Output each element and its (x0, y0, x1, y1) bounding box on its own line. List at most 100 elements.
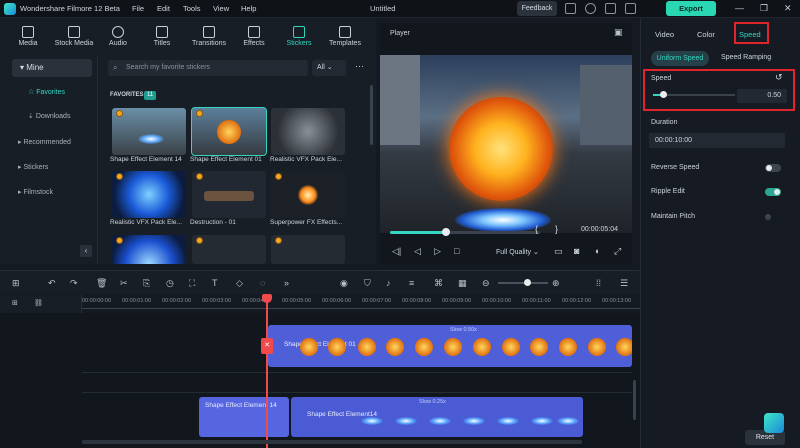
track-scrollbar[interactable] (633, 380, 636, 420)
volume-icon[interactable]: ◖ (594, 246, 599, 256)
category-favorites[interactable]: ☆ Favorites (12, 85, 92, 101)
snapshot-icon[interactable]: ▣ (614, 27, 623, 38)
play-back-icon[interactable]: ◁ (414, 246, 421, 257)
speed-value-input[interactable]: 0.50 (737, 89, 787, 103)
maintain-pitch-toggle[interactable] (765, 214, 771, 220)
save-icon[interactable] (605, 3, 616, 14)
split-icon[interactable]: ✂ (120, 278, 128, 289)
link-icon[interactable]: ⛓ (34, 299, 43, 307)
play-icon[interactable]: ▷ (434, 246, 441, 257)
detach-icon[interactable]: ⎘ (143, 278, 150, 289)
voiceover-icon[interactable]: ≡ (409, 278, 414, 288)
more-tools-icon[interactable]: » (284, 278, 289, 288)
tab-speed[interactable]: Speed (739, 30, 761, 39)
sticker-search-input[interactable]: Search my favorite stickers (108, 60, 308, 76)
menu-view[interactable]: View (213, 4, 229, 13)
tab-transitions[interactable]: Transitions (188, 18, 230, 55)
zoom-slider-handle[interactable] (524, 279, 531, 286)
scrubber-handle[interactable] (441, 228, 450, 236)
sticker-thumb-2[interactable] (191, 107, 267, 156)
grid-view-icon[interactable]: ⁞⁞ (596, 278, 601, 288)
feedback-button[interactable]: Feedback (517, 1, 557, 16)
clip-shape-effect-14-slow[interactable]: Shape Effect Element14 Slow 0.25x (291, 397, 583, 437)
tab-templates[interactable]: Templates (324, 18, 366, 55)
category-downloads[interactable]: ⇣ Downloads (12, 109, 92, 125)
clip-shape-effect-14[interactable]: Shape Effect Element 14 (199, 397, 289, 437)
speed-icon[interactable]: ◷ (166, 278, 174, 289)
sticker-thumb-7[interactable] (112, 235, 186, 264)
playhead[interactable] (266, 295, 268, 448)
speed-slider[interactable] (653, 91, 735, 98)
sticker-thumb-9[interactable] (271, 235, 345, 264)
ai-icon[interactable]: ⌘ (434, 278, 443, 289)
filter-select[interactable]: All ⌄ (312, 60, 346, 76)
uniform-speed-button[interactable]: Uniform Speed (651, 51, 709, 66)
reset-speed-icon[interactable]: ↺ (775, 72, 783, 83)
delete-icon[interactable]: 🗑 (96, 278, 107, 289)
duration-input[interactable]: 00:00:10:00 (649, 133, 785, 148)
list-view-icon[interactable]: ☰ (620, 278, 628, 289)
ripple-edit-toggle[interactable] (765, 188, 781, 196)
sticker-thumb-1[interactable] (112, 108, 186, 155)
tab-video[interactable]: Video (655, 30, 674, 39)
text-icon[interactable]: T (212, 278, 218, 288)
sticker-thumb-8[interactable] (192, 235, 266, 264)
tab-titles[interactable]: Titles (144, 18, 180, 55)
menu-tools[interactable]: Tools (183, 4, 201, 13)
layout-grid-icon[interactable]: ⊞ (12, 278, 20, 289)
mark-out-icon[interactable]: } (555, 224, 558, 234)
tab-effects[interactable]: Effects (236, 18, 272, 55)
menu-file[interactable]: File (132, 4, 144, 13)
keyframe-icon[interactable]: ◇ (236, 278, 243, 289)
category-recommended[interactable]: ▸ Recommended (12, 135, 92, 151)
playback-scrubber[interactable] (390, 228, 540, 236)
add-track-icon[interactable]: ⊞ (12, 299, 18, 307)
quality-select[interactable]: Full Quality ⌄ (496, 248, 539, 256)
sticker-thumb-6[interactable] (271, 171, 345, 218)
mark-in-icon[interactable]: { (535, 224, 538, 234)
close-icon[interactable]: ✕ (784, 3, 792, 14)
zoom-slider[interactable] (498, 279, 548, 286)
redo-icon[interactable]: ↷ (70, 278, 78, 289)
zoom-out-icon[interactable]: ⊖ (482, 278, 490, 289)
stop-icon[interactable]: □ (454, 246, 459, 256)
scissor-marker-icon[interactable]: ✕ (261, 338, 273, 354)
reverse-speed-toggle[interactable] (765, 164, 781, 172)
tab-color[interactable]: Color (697, 30, 715, 39)
crop-icon[interactable]: ⛶ (189, 278, 195, 289)
camera-icon[interactable]: ◙ (574, 246, 579, 256)
menu-help[interactable]: Help (241, 4, 256, 13)
render-icon[interactable]: ◉ (340, 278, 348, 289)
menu-edit[interactable]: Edit (157, 4, 170, 13)
category-filmstock[interactable]: ▸ Filmstock (12, 185, 92, 201)
fullscreen-icon[interactable] (625, 3, 636, 14)
tab-stickers[interactable]: Stickers (280, 18, 318, 55)
account-icon[interactable] (585, 3, 596, 14)
tab-stock-media[interactable]: Stock Media (48, 18, 100, 55)
minimize-icon[interactable]: — (735, 3, 744, 13)
category-mine[interactable]: ▾ Mine (12, 59, 92, 77)
microphone-icon[interactable]: ♪ (386, 278, 391, 288)
more-icon[interactable]: ··· (355, 61, 364, 71)
shield-icon[interactable]: ⛉ (364, 278, 371, 289)
sticker-thumb-4[interactable] (112, 171, 186, 218)
timeline-scrollbar[interactable] (82, 440, 582, 444)
undo-icon[interactable]: ↶ (48, 278, 56, 289)
category-stickers[interactable]: ▸ Stickers (12, 160, 92, 176)
sticker-thumb-5[interactable] (192, 171, 266, 218)
step-back-icon[interactable]: ◁| (392, 246, 401, 257)
export-button[interactable]: Export (666, 1, 716, 16)
collapse-panel-icon[interactable]: ‹ (80, 245, 92, 257)
maximize-icon[interactable]: ❐ (760, 3, 768, 14)
sticker-thumb-3[interactable] (271, 108, 345, 155)
tab-audio[interactable]: Audio (100, 18, 136, 55)
zoom-in-icon[interactable]: ⊕ (552, 278, 560, 289)
frame-icon[interactable]: ▦ (458, 278, 467, 289)
speed-slider-handle[interactable] (659, 91, 667, 98)
color-match-icon[interactable]: ◌ (260, 278, 265, 288)
display-icon[interactable]: ▭ (554, 246, 563, 257)
clip-shape-effect-01[interactable]: Shape Effect Element 01 Slow 0.50x (268, 325, 632, 367)
layout-icon[interactable] (565, 3, 576, 14)
expand-icon[interactable]: ⤢ (614, 246, 621, 257)
video-preview[interactable] (380, 55, 632, 233)
